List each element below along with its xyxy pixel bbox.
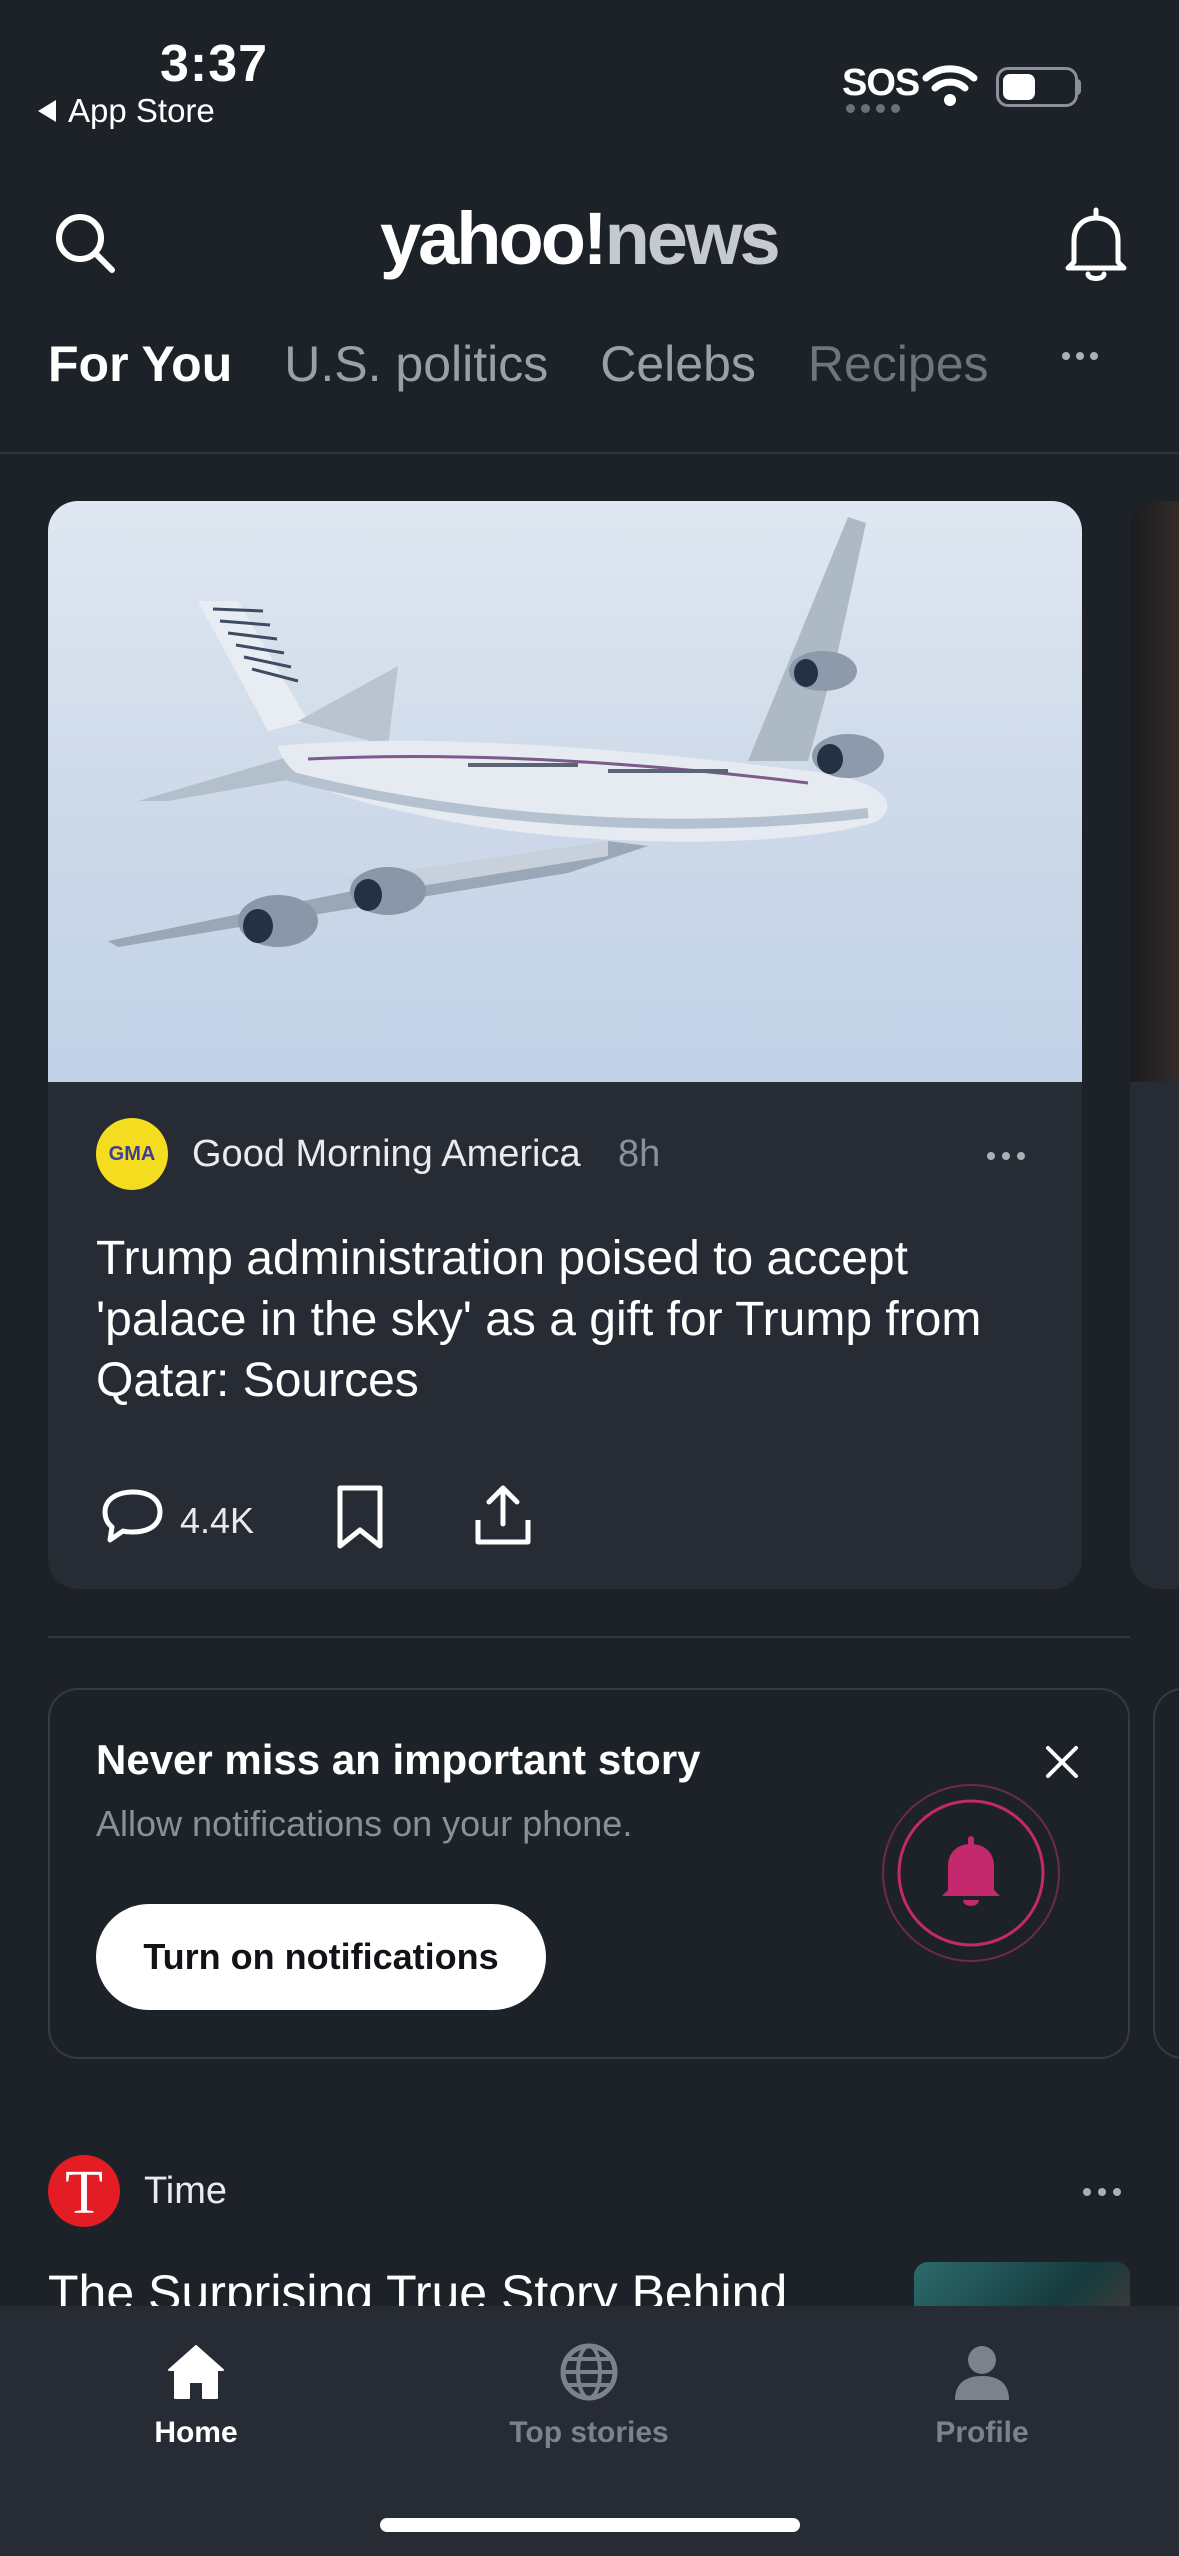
back-label: App Store <box>68 92 215 129</box>
turn-on-notifications-button[interactable]: Turn on notifications <box>96 1904 546 2010</box>
tab-us-politics[interactable]: U.S. politics <box>284 335 548 393</box>
home-indicator <box>380 2518 800 2532</box>
time-logo: T <box>48 2155 120 2227</box>
comment-count: 4.4K <box>180 1500 255 1541</box>
close-icon[interactable] <box>1040 1740 1084 1784</box>
signal-dots <box>846 104 900 113</box>
category-tabs: For You U.S. politics Celebs Recipes <box>48 335 1041 393</box>
battery-level <box>1003 74 1035 100</box>
nav-home-label: Home <box>154 2416 238 2449</box>
comment-icon[interactable] <box>100 1486 166 1546</box>
notification-bell-icon <box>882 1784 1060 1962</box>
list-more-icon[interactable] <box>1083 2188 1121 2196</box>
bookmark-icon[interactable] <box>334 1484 386 1550</box>
globe-icon <box>560 2343 618 2401</box>
tab-recipes[interactable]: Recipes <box>808 335 989 393</box>
list-source-name[interactable]: Time <box>144 2170 227 2213</box>
tabs-divider <box>0 452 1179 454</box>
logo-news: news <box>604 197 781 280</box>
sos-indicator: SOS <box>842 62 920 104</box>
battery-icon <box>996 67 1078 107</box>
back-to-app-store[interactable]: App Store <box>38 92 215 130</box>
status-time: 3:37 <box>160 35 269 93</box>
gma-logo: GMA <box>96 1118 168 1190</box>
nav-profile[interactable]: Profile <box>862 2342 1102 2450</box>
next-story-card[interactable] <box>1130 501 1179 1589</box>
hero-source-name[interactable]: Good Morning America <box>192 1133 581 1176</box>
next-prompt-card <box>1153 1688 1179 2059</box>
wifi-icon <box>922 65 978 106</box>
notification-subtitle: Allow notifications on your phone. <box>96 1803 633 1844</box>
bell-icon[interactable] <box>1058 206 1134 286</box>
logo-yahoo: yahoo! <box>380 197 608 280</box>
hero-age: 8h <box>618 1133 661 1175</box>
hero-headline[interactable]: Trump administration poised to accept 'p… <box>96 1228 1016 1411</box>
search-icon[interactable] <box>48 206 124 282</box>
hero-more-icon[interactable] <box>987 1152 1025 1160</box>
airplane-photo <box>48 501 1082 1082</box>
section-divider <box>48 1636 1130 1638</box>
yahoo-news-logo: yahoo!news <box>380 196 781 281</box>
airplane-illustration <box>108 517 888 947</box>
share-icon[interactable] <box>472 1482 534 1548</box>
nav-home[interactable]: Home <box>76 2342 316 2450</box>
person-icon <box>955 2346 1009 2400</box>
nav-top-stories[interactable]: Top stories <box>469 2342 709 2450</box>
notification-title: Never miss an important story <box>96 1736 701 1783</box>
tab-celebs[interactable]: Celebs <box>600 335 756 393</box>
tab-for-you[interactable]: For You <box>48 335 232 393</box>
back-arrow-icon <box>38 100 56 122</box>
hero-story-card[interactable] <box>48 501 1082 1589</box>
more-tabs-icon[interactable] <box>1062 352 1098 360</box>
nav-profile-label: Profile <box>935 2416 1029 2449</box>
battery-tip <box>1075 79 1081 95</box>
home-icon <box>168 2345 224 2399</box>
nav-top-stories-label: Top stories <box>509 2416 669 2449</box>
